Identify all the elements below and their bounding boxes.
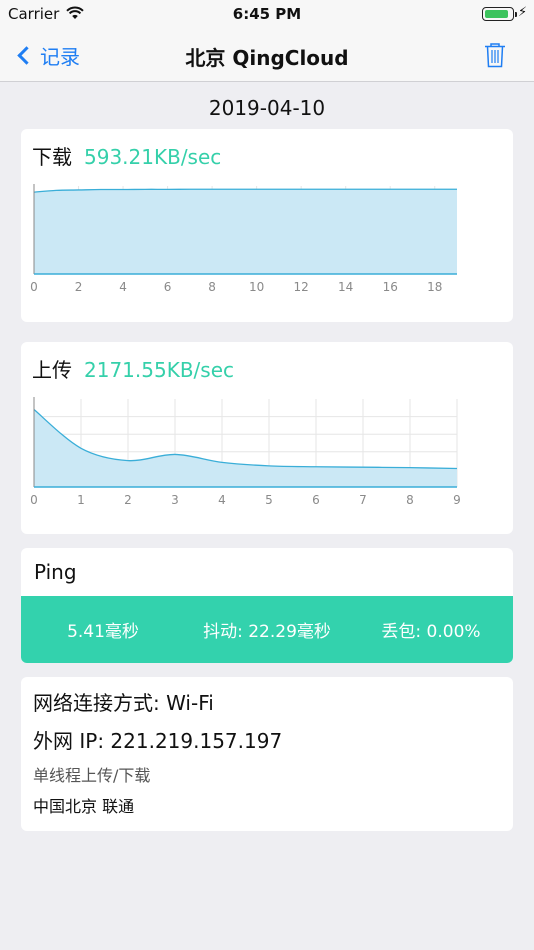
- upload-area: [34, 409, 457, 487]
- download-area: [34, 189, 457, 274]
- upload-x-tick-label: 6: [312, 493, 320, 507]
- upload-chart: 0 1 2 3 4 5 6 7 8 9: [30, 397, 461, 507]
- ping-card: Ping 5.41毫秒 抖动: 22.29毫秒 丢包: 0.00%: [21, 548, 513, 663]
- network-type: 网络连接方式: Wi-Fi: [33, 691, 214, 715]
- upload-x-tick-label: 4: [218, 493, 226, 507]
- download-x-tick-label: 10: [249, 280, 264, 294]
- download-card: 下载 593.21KB/sec 0 2 4 6 8 10 12 14 16 18: [21, 129, 513, 322]
- page-title: 北京 QingCloud: [185, 46, 349, 70]
- upload-x-tick-label: 5: [265, 493, 273, 507]
- ping-stats: 5.41毫秒 抖动: 22.29毫秒 丢包: 0.00%: [21, 596, 513, 663]
- download-x-tick-label: 8: [208, 280, 216, 294]
- ping-jitter: 抖动: 22.29毫秒: [203, 622, 331, 642]
- ping-title: Ping: [34, 560, 77, 584]
- ping-latency: 5.41毫秒: [67, 622, 139, 642]
- download-x-tick-label: 6: [164, 280, 172, 294]
- ping-loss: 丢包: 0.00%: [381, 622, 481, 642]
- navigation-bar: 记录 北京 QingCloud: [0, 28, 534, 82]
- public-ip: 外网 IP: 221.219.157.197: [33, 729, 283, 753]
- test-date: 2019-04-10: [208, 96, 326, 120]
- download-x-tick-label: 14: [338, 280, 353, 294]
- upload-card: 上传 2171.55KB/sec 0123456789: [21, 342, 513, 534]
- test-mode: 单线程上传/下载: [33, 766, 151, 785]
- upload-x-tick-label: 9: [453, 493, 461, 507]
- battery-icon: [482, 7, 517, 21]
- isp-location: 中国北京 联通: [33, 797, 135, 816]
- upload-x-tick-label: 8: [406, 493, 414, 507]
- download-x-tick-label: 18: [427, 280, 442, 294]
- charging-bolt-icon: ⚡: [518, 5, 528, 20]
- upload-x-tick-label: 1: [77, 493, 85, 507]
- download-x-tick-label: 16: [383, 280, 398, 294]
- upload-x-tick-label: 7: [359, 493, 367, 507]
- upload-x-tick-label: 0: [30, 493, 38, 507]
- info-card: 网络连接方式: Wi-Fi 外网 IP: 221.219.157.197 单线程…: [21, 677, 513, 831]
- upload-x-tick-label: 3: [171, 493, 179, 507]
- download-x-tick-label: 2: [75, 280, 83, 294]
- status-time: 6:45 PM: [232, 5, 302, 23]
- status-bar: Carrier 6:45 PM ⚡: [0, 0, 534, 28]
- download-x-tick-label: 12: [294, 280, 309, 294]
- upload-x-tick-label: 2: [124, 493, 132, 507]
- trash-icon[interactable]: [484, 42, 506, 68]
- download-chart: 0 2 4 6 8 10 12 14 16 18: [30, 184, 457, 294]
- download-x-tick-label: 0: [30, 280, 38, 294]
- download-x-tick-label: 4: [119, 280, 127, 294]
- battery-level: [485, 10, 508, 18]
